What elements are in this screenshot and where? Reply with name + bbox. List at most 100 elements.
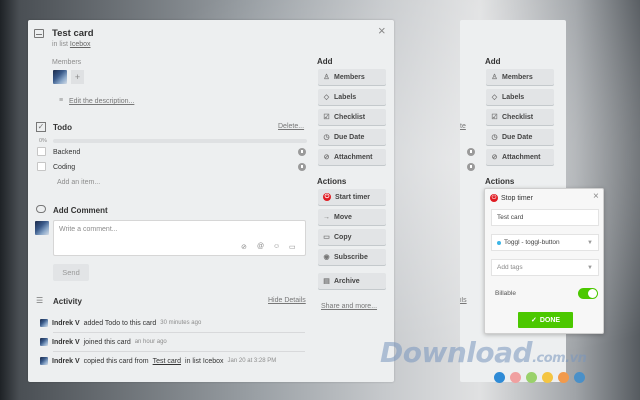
due-date-button[interactable]: ◷ Due Date (318, 129, 386, 145)
subscribe-button[interactable]: ◉ Subscribe (318, 249, 386, 265)
commenter-avatar (35, 221, 49, 235)
checklist-button-label: Checklist (334, 113, 366, 121)
copy-button[interactable]: ▭ Copy (318, 229, 386, 245)
activity-title: Activity (53, 297, 82, 306)
add-item-link[interactable]: Add an item... (57, 179, 100, 186)
comment-icon (36, 205, 46, 213)
dot (510, 372, 521, 383)
timer-icon[interactable] (298, 148, 306, 156)
tag-icon: ◇ (491, 93, 498, 101)
stop-timer-button[interactable]: ⏻ Stop timer (490, 194, 533, 202)
person-icon: ♙ (323, 73, 330, 81)
billable-toggle[interactable] (578, 288, 598, 299)
due-date-button-label: Due Date (502, 133, 533, 141)
members-button[interactable]: ♙ Members (486, 69, 554, 85)
labels-button[interactable]: ◇ Labels (318, 89, 386, 105)
start-timer-button[interactable]: ⏻ Start timer (318, 189, 386, 205)
activity-text: added Todo to this card (83, 319, 157, 327)
send-button[interactable]: Send (53, 264, 89, 281)
close-icon[interactable]: × (378, 24, 386, 37)
done-label: DONE (539, 316, 561, 324)
due-date-button-label: Due Date (334, 133, 365, 141)
move-button[interactable]: → Move (318, 209, 386, 225)
checklist-item-checkbox[interactable] (37, 162, 46, 171)
checklist-icon: ✓ (36, 122, 46, 132)
due-date-button[interactable]: ◷ Due Date (486, 129, 554, 145)
dot (526, 372, 537, 383)
checklist-title[interactable]: Todo (53, 123, 72, 132)
timer-icon[interactable] (467, 163, 475, 171)
comment-input[interactable]: Write a comment... ⊘ @ ☺ ▭ (53, 220, 306, 256)
hide-details-link[interactable]: Hide Details (268, 297, 306, 304)
sidebar2-actions-title: Actions (485, 177, 515, 186)
dot (542, 372, 553, 383)
activity-time: an hour ago (134, 339, 167, 345)
dot (558, 372, 569, 383)
edit-description-link[interactable]: Edit the description... (69, 98, 134, 105)
card-title[interactable]: Test card (52, 28, 94, 39)
start-timer-button-label: Start timer (335, 193, 371, 201)
checklist-delete-link[interactable]: Delete... (278, 123, 304, 130)
description-icon: ≡ (59, 97, 64, 104)
activity-row: Indrek V copied this card from Test card… (40, 357, 276, 365)
list-prefix: in list (52, 41, 68, 48)
activity-card-link[interactable]: Test card (153, 358, 181, 365)
add-member-button[interactable]: + (71, 70, 84, 84)
add-comment-title: Add Comment (53, 206, 108, 215)
mention-icon[interactable]: @ (257, 243, 264, 250)
attachment-button[interactable]: ⊘ Attachment (318, 149, 386, 165)
card-icon (34, 29, 44, 38)
checklist-button[interactable]: ☑ Checklist (486, 109, 554, 125)
description-input[interactable]: Test card (491, 209, 599, 226)
watermark-text: Download (380, 336, 533, 369)
checklist-item[interactable]: Backend (53, 149, 80, 156)
emoji-icon[interactable]: ☺ (273, 243, 280, 250)
activity-user[interactable]: Indrek V (52, 320, 80, 327)
attach-icon[interactable]: ⊘ (241, 243, 247, 251)
sidebar-add-title: Add (317, 57, 333, 66)
activity-avatar (40, 338, 48, 346)
attachment-button[interactable]: ⊘ Attachment (486, 149, 554, 165)
members-button[interactable]: ♙ Members (318, 69, 386, 85)
done-button[interactable]: ✓ DONE (518, 312, 573, 328)
close-icon[interactable]: × (593, 192, 599, 202)
activity-user[interactable]: Indrek V (52, 339, 80, 346)
tags-placeholder: Add tags (497, 264, 523, 271)
attachment-button-label: Attachment (502, 153, 541, 161)
attachment-button-label: Attachment (334, 153, 373, 161)
archive-icon: ▤ (323, 277, 330, 285)
list-link[interactable]: Icebox (70, 41, 91, 48)
hide-details-link-partial[interactable]: ils (460, 297, 474, 304)
activity-avatar (40, 319, 48, 327)
sidebar-actions-title: Actions (317, 177, 347, 186)
archive-button[interactable]: ▤ Archive (318, 273, 386, 289)
paperclip-icon: ⊘ (491, 153, 498, 161)
check-icon: ✓ (530, 317, 537, 324)
checklist-button[interactable]: ☑ Checklist (318, 109, 386, 125)
project-select[interactable]: Toggl - toggl-button ▼ (491, 234, 599, 251)
share-and-more-link[interactable]: Share and more... (321, 303, 377, 310)
labels-button[interactable]: ◇ Labels (486, 89, 554, 105)
toggl-icon: ⏻ (490, 194, 498, 202)
watermark-dots (494, 372, 585, 383)
paperclip-icon: ⊘ (323, 153, 330, 161)
members-button-label: Members (334, 73, 365, 81)
activity-row: Indrek V joined this card an hour ago (40, 338, 167, 346)
toggl-timer-popup: ⏻ Stop timer × Test card Toggl - toggl-b… (484, 188, 604, 334)
activity-divider (53, 351, 305, 352)
member-avatar[interactable] (53, 70, 67, 84)
timer-icon[interactable] (298, 163, 306, 171)
card-link-icon[interactable]: ▭ (289, 243, 296, 251)
tags-input[interactable]: Add tags ▼ (491, 259, 599, 276)
checklist-item-checkbox[interactable] (37, 147, 46, 156)
activity-time: 30 minutes ago (160, 320, 202, 326)
watermark-suffix: .com.vn (532, 351, 587, 366)
checkbox-icon: ☑ (491, 113, 498, 121)
activity-user[interactable]: Indrek V (52, 358, 80, 365)
checklist-item[interactable]: Coding (53, 164, 75, 171)
move-button-label: Move (334, 213, 352, 221)
timer-icon[interactable] (467, 148, 475, 156)
project-name: Toggl - toggl-button (504, 239, 560, 246)
person-icon: ♙ (491, 73, 498, 81)
checklist-delete-link-partial[interactable]: te (460, 123, 474, 130)
